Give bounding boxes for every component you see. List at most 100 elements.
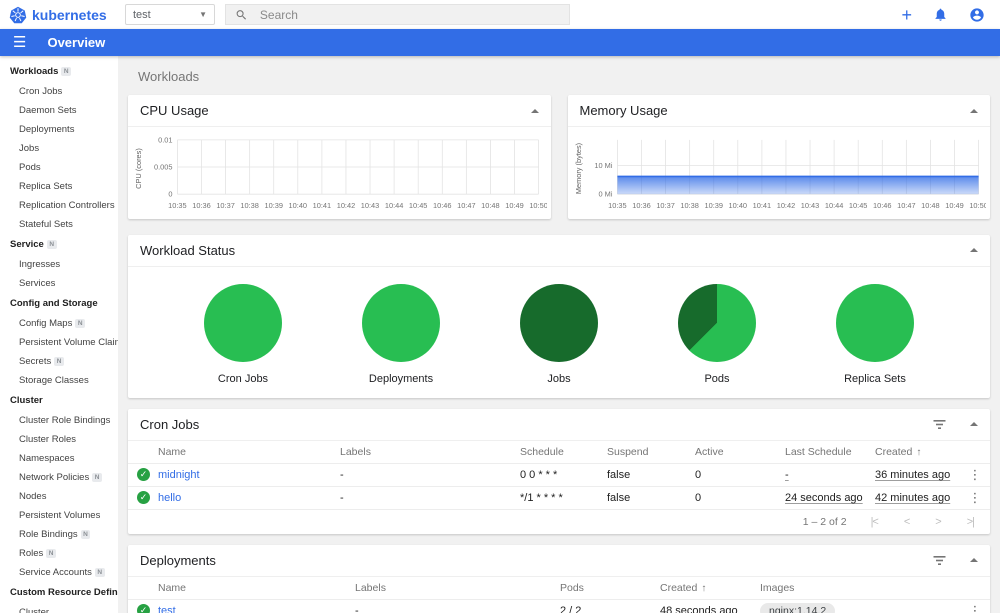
svg-text:10:45: 10:45 — [848, 201, 867, 210]
prev-page-icon[interactable]: < — [904, 516, 911, 528]
pagination: 1 – 2 of 2 |< < > >| — [128, 508, 990, 534]
svg-text:10:43: 10:43 — [361, 201, 380, 210]
account-user-icon[interactable] — [969, 7, 985, 23]
svg-text:10:39: 10:39 — [704, 201, 723, 210]
sidebar-item-deployments[interactable]: Deployments — [0, 120, 118, 139]
collapse-caret-icon[interactable] — [970, 108, 978, 113]
svg-text:10:37: 10:37 — [216, 201, 235, 210]
sidebar-group-service[interactable]: Service N — [0, 234, 118, 255]
svg-text:0: 0 — [168, 190, 172, 199]
sidebar-item-network-policies[interactable]: Network Policies N — [0, 468, 118, 487]
sidebar-item-cron-jobs[interactable]: Cron Jobs — [0, 82, 118, 101]
row-menu-kebab-icon[interactable]: ⋮ — [960, 603, 990, 613]
sidebar-item-service-accounts[interactable]: Service Accounts N — [0, 563, 118, 582]
pie-label: Deployments — [368, 372, 434, 385]
sidebar-item-cluster-roles[interactable]: Cluster Roles — [0, 430, 118, 449]
sidebar-item-namespaces[interactable]: Namespaces — [0, 449, 118, 468]
sidebar-item-cluster-role-bindings[interactable]: Cluster Role Bindings — [0, 411, 118, 430]
next-page-icon[interactable]: > — [935, 516, 942, 528]
search-bar[interactable] — [225, 4, 570, 25]
cronjob-name-link[interactable]: midnight — [158, 469, 340, 481]
col-labels[interactable]: Labels — [340, 446, 520, 458]
chevron-down-icon: ▼ — [199, 10, 207, 19]
last-page-icon[interactable]: >| — [967, 516, 975, 528]
namespace-selector[interactable]: test ▼ — [125, 4, 215, 25]
status-pie-deployments[interactable] — [362, 283, 440, 362]
search-input[interactable] — [259, 7, 560, 22]
row-menu-kebab-icon[interactable]: ⋮ — [960, 490, 990, 506]
cell-active: 0 — [695, 468, 702, 481]
hamburger-menu-icon[interactable]: ☰ — [0, 35, 26, 50]
table-row[interactable]: ✓ hello - */1 * * * * false 0 24 seconds… — [128, 485, 990, 509]
sidebar-item-jobs[interactable]: Jobs — [0, 139, 118, 158]
collapse-caret-icon[interactable] — [970, 558, 978, 563]
sidebar-item-daemon-sets[interactable]: Daemon Sets — [0, 101, 118, 120]
col-images[interactable]: Images — [760, 582, 960, 594]
sidebar-item-secrets[interactable]: Secrets N — [0, 352, 118, 371]
table-row[interactable]: ✓ midnight - 0 0 * * * false 0 - 36 minu… — [128, 462, 990, 486]
sidebar-item-replica-sets[interactable]: Replica Sets — [0, 177, 118, 196]
svg-text:10:50: 10:50 — [529, 201, 546, 210]
filter-icon[interactable] — [933, 419, 946, 430]
status-pie-replica-sets[interactable] — [836, 283, 914, 362]
namespace-value: test — [133, 8, 151, 21]
filter-icon[interactable] — [933, 555, 946, 566]
sidebar-item-cluster[interactable]: Cluster — [0, 603, 118, 613]
cron-jobs-card: Cron Jobs Name Labels Schedule Suspend A… — [128, 408, 990, 534]
sidebar-item-storage-classes[interactable]: Storage Classes — [0, 371, 118, 390]
workload-status-title: Workload Status — [140, 242, 236, 258]
sidebar-item-persistent-volumes[interactable]: Persistent Volumes — [0, 506, 118, 525]
col-active[interactable]: Active — [695, 446, 785, 458]
status-pie-cron-jobs[interactable] — [204, 283, 282, 362]
deployment-name-link[interactable]: test — [158, 605, 355, 613]
row-menu-kebab-icon[interactable]: ⋮ — [960, 467, 990, 483]
pie-label: Jobs — [547, 372, 571, 385]
sidebar-item-pods[interactable]: Pods — [0, 158, 118, 177]
app-header: kubernetes test ▼ + — [0, 0, 1000, 29]
collapse-caret-icon[interactable] — [970, 422, 978, 427]
col-last-schedule[interactable]: Last Schedule — [785, 446, 875, 458]
create-resource-plus-icon[interactable]: + — [901, 6, 912, 24]
status-pie-pods[interactable] — [678, 283, 756, 362]
collapse-caret-icon[interactable] — [530, 108, 539, 113]
header-actions: + — [901, 6, 1000, 24]
sidebar-item-nodes[interactable]: Nodes — [0, 487, 118, 506]
svg-text:10:46: 10:46 — [873, 201, 892, 210]
sidebar-item-services[interactable]: Services — [0, 274, 118, 293]
col-suspend[interactable]: Suspend — [607, 446, 695, 458]
col-name[interactable]: Name — [158, 582, 355, 594]
col-name[interactable]: Name — [158, 446, 340, 458]
status-ok-icon: ✓ — [137, 468, 150, 482]
sidebar-group-cluster: Cluster — [10, 395, 43, 406]
svg-text:CPU (cores): CPU (cores) — [134, 148, 143, 189]
sidebar-item-stateful-sets[interactable]: Stateful Sets — [0, 215, 118, 234]
kubernetes-logo[interactable]: kubernetes — [0, 6, 117, 24]
status-ok-icon: ✓ — [137, 491, 150, 505]
deployments-title: Deployments — [140, 552, 216, 568]
col-created-sorted[interactable]: Created ↑ — [875, 446, 960, 458]
main-content: Workloads CPU Usage 0 0.005 0.01 10:35 10:36… — [118, 56, 1000, 613]
workload-status-item-pods: Pods — [678, 283, 756, 385]
sidebar-item-replication-controllers[interactable]: Replication Controllers — [0, 196, 118, 215]
sidebar-item-ingresses[interactable]: Ingresses — [0, 255, 118, 274]
cronjob-name-link[interactable]: hello — [158, 492, 340, 504]
collapse-caret-icon[interactable] — [970, 248, 978, 253]
sidebar-group-workloads[interactable]: Workloads N — [0, 61, 118, 82]
svg-text:10:47: 10:47 — [897, 201, 916, 210]
col-created-sorted[interactable]: Created ↑ — [660, 582, 760, 594]
col-schedule[interactable]: Schedule — [520, 446, 607, 458]
status-pie-jobs[interactable] — [520, 283, 598, 362]
first-page-icon[interactable]: |< — [871, 516, 879, 528]
sidebar-item-config-maps[interactable]: Config Maps N — [0, 314, 118, 333]
sidebar-item-role-bindings[interactable]: Role Bindings N — [0, 525, 118, 544]
table-row[interactable]: ✓ test - 2 / 2 48 seconds ago nginx:1.14… — [128, 598, 990, 613]
notifications-bell-icon[interactable] — [933, 7, 948, 22]
col-pods[interactable]: Pods — [560, 582, 660, 594]
svg-text:10:44: 10:44 — [824, 201, 843, 210]
cell-schedule: 0 0 * * * — [520, 468, 558, 481]
sidebar-item-roles[interactable]: Roles N — [0, 544, 118, 563]
sidebar-nav: Workloads N Cron Jobs Daemon Sets Deployment… — [0, 56, 118, 613]
sidebar-item-persistent-volume-claims[interactable]: Persistent Volume ClaimsN — [0, 333, 118, 352]
col-labels[interactable]: Labels — [355, 582, 560, 594]
namespaced-badge: N — [61, 67, 72, 76]
